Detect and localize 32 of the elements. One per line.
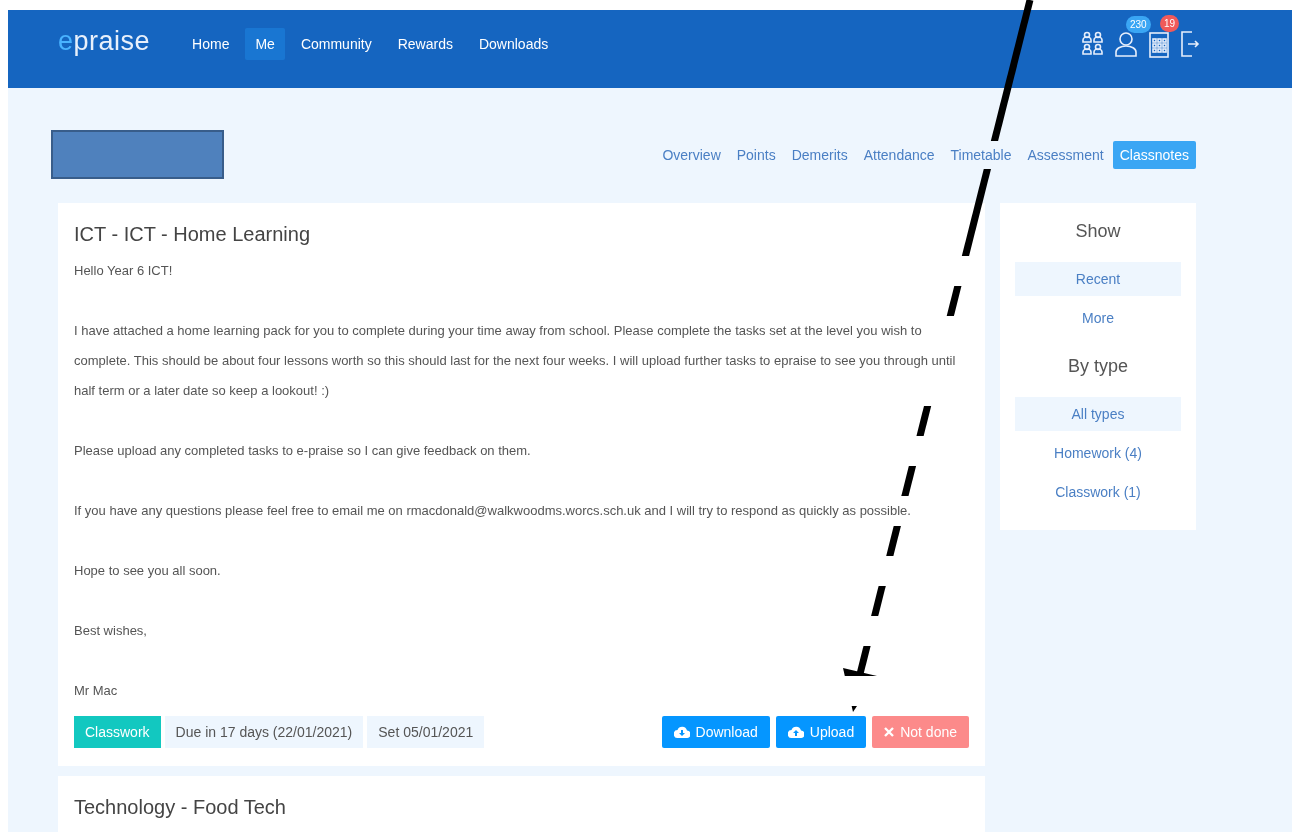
nav-link[interactable]: Downloads (468, 28, 559, 60)
brand-logo[interactable]: epraise (58, 26, 151, 57)
filter-link[interactable]: Recent (1015, 262, 1181, 296)
notification-badge: 230 (1126, 16, 1151, 33)
notdone-button[interactable]: Not done (872, 716, 969, 748)
cloud-download-icon (673, 726, 690, 738)
notification-badge: 19 (1160, 15, 1180, 32)
logout-icon[interactable] (1180, 30, 1200, 58)
filter-link[interactable]: All types (1015, 397, 1181, 431)
note-title: ICT - ICT - Home Learning (74, 223, 311, 246)
date-label: Due in 17 days (22/01/2021) (164, 716, 364, 748)
filter-link[interactable]: Homework (4) (1015, 436, 1181, 470)
nav-link[interactable]: Rewards (387, 28, 463, 60)
group-icon[interactable] (1082, 31, 1104, 57)
filter-heading: Show (1074, 221, 1122, 242)
cloud-upload-icon (787, 726, 804, 738)
note-title: Technology - Food Tech (74, 796, 287, 819)
note-text: Hello Year 6 ICT! (74, 256, 969, 286)
filter-link[interactable]: More (1015, 301, 1181, 335)
type-tag: Classwork (74, 716, 161, 748)
close-icon (884, 727, 895, 737)
upload-button[interactable]: Upload (775, 716, 867, 748)
date-label: Set 05/01/2021 (367, 716, 485, 748)
filter-heading: By type (1067, 356, 1129, 377)
nav-link[interactable]: Me (245, 28, 285, 60)
nav-link[interactable]: Home (182, 28, 240, 60)
person-icon[interactable] (1114, 31, 1138, 57)
nav-link[interactable]: Community (290, 28, 382, 60)
filter-link[interactable]: Classwork (1) (1015, 475, 1181, 509)
download-button[interactable]: Download (661, 716, 770, 748)
calendar-icon[interactable] (1148, 30, 1170, 58)
tab[interactable]: Classnotes (1112, 140, 1196, 169)
